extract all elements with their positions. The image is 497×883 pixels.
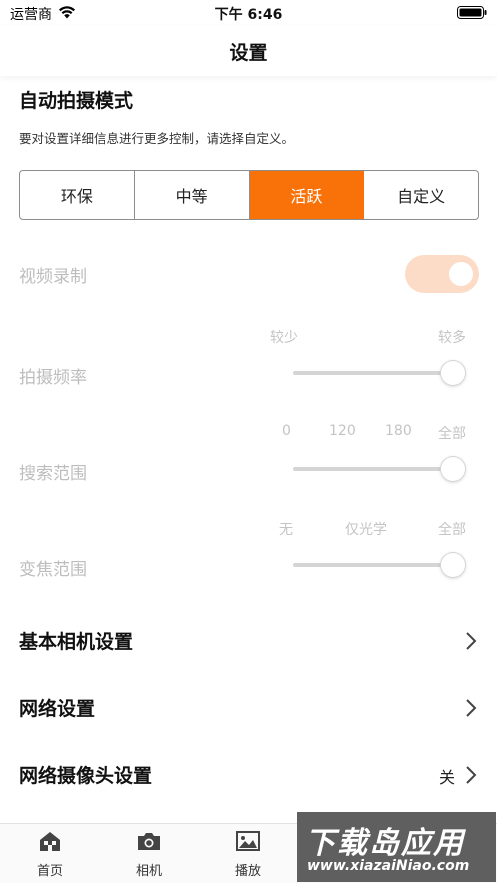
watermark-logo: 下载岛应用 www.xiazaiNiao.com (297, 812, 496, 882)
menu-basic-camera-settings[interactable]: 基本相机设置 (0, 611, 497, 671)
tab-label: 相机 (135, 864, 162, 879)
toggle-knob (449, 262, 473, 286)
auto-mode-description: 要对设置详细信息进行更多控制，请选择自定义。 (19, 131, 295, 146)
watermark-url: www.xiazaiNiao.com (307, 858, 470, 874)
page-title: 设置 (229, 42, 268, 64)
battery-icon (457, 6, 487, 19)
clock: 下午 6:46 (214, 7, 283, 23)
home-icon (40, 832, 60, 851)
zoom-tick-none: 无 (279, 522, 293, 538)
frequency-tick-high: 较多 (438, 330, 466, 346)
camera-icon (138, 833, 160, 850)
search-tick-180: 180 (385, 423, 412, 439)
chevron-right-icon (466, 632, 477, 650)
search-slider-thumb[interactable] (440, 456, 466, 482)
menu-label: 基本相机设置 (19, 631, 134, 653)
zoom-slider-track (293, 563, 453, 567)
auto-mode-title: 自动拍摄模式 (19, 90, 134, 112)
frequency-label: 拍摄频率 (19, 368, 87, 388)
frequency-slider-thumb[interactable] (440, 360, 466, 386)
search-slider-track (293, 467, 453, 471)
chevron-right-icon (466, 766, 477, 784)
search-tick-0: 0 (282, 423, 291, 439)
search-tick-all: 全部 (438, 426, 466, 442)
image-icon (236, 831, 260, 851)
watermark-title: 下载岛应用 (305, 826, 465, 861)
segment-medium[interactable]: 中等 (135, 171, 250, 219)
zoom-tick-optical: 仅光学 (345, 522, 387, 538)
status-bar: 运营商 下午 6:46 (0, 0, 497, 26)
frequency-slider-track (293, 371, 453, 375)
menu-webcam-settings[interactable]: 网络摄像头设置 关 (0, 745, 497, 805)
frequency-tick-low: 较少 (270, 330, 298, 346)
nav-bar: 设置 (0, 26, 497, 76)
webcam-status-value: 关 (438, 768, 455, 787)
tab-playback[interactable]: 播放 (198, 824, 298, 883)
tab-label: 播放 (234, 864, 261, 879)
tab-home[interactable]: 首页 (0, 824, 100, 883)
chevron-right-icon (466, 699, 477, 717)
menu-label: 网络设置 (19, 698, 96, 720)
tab-label: 首页 (36, 864, 63, 879)
search-tick-120: 120 (329, 423, 356, 439)
segment-active[interactable]: 活跃 (249, 171, 365, 219)
video-recording-toggle[interactable] (405, 255, 479, 293)
segment-eco[interactable]: 环保 (20, 171, 135, 219)
tab-camera[interactable]: 相机 (99, 824, 199, 883)
menu-label: 网络摄像头设置 (19, 765, 153, 787)
segment-custom[interactable]: 自定义 (364, 171, 478, 219)
video-recording-label: 视频录制 (19, 267, 87, 287)
menu-network-settings[interactable]: 网络设置 (0, 678, 497, 738)
zoom-slider-thumb[interactable] (440, 552, 466, 578)
zoom-tick-all: 全部 (438, 522, 466, 538)
mode-segmented-control: 环保 中等 活跃 自定义 (19, 170, 479, 220)
zoom-range-label: 变焦范围 (19, 560, 87, 580)
search-range-label: 搜索范围 (19, 464, 87, 484)
